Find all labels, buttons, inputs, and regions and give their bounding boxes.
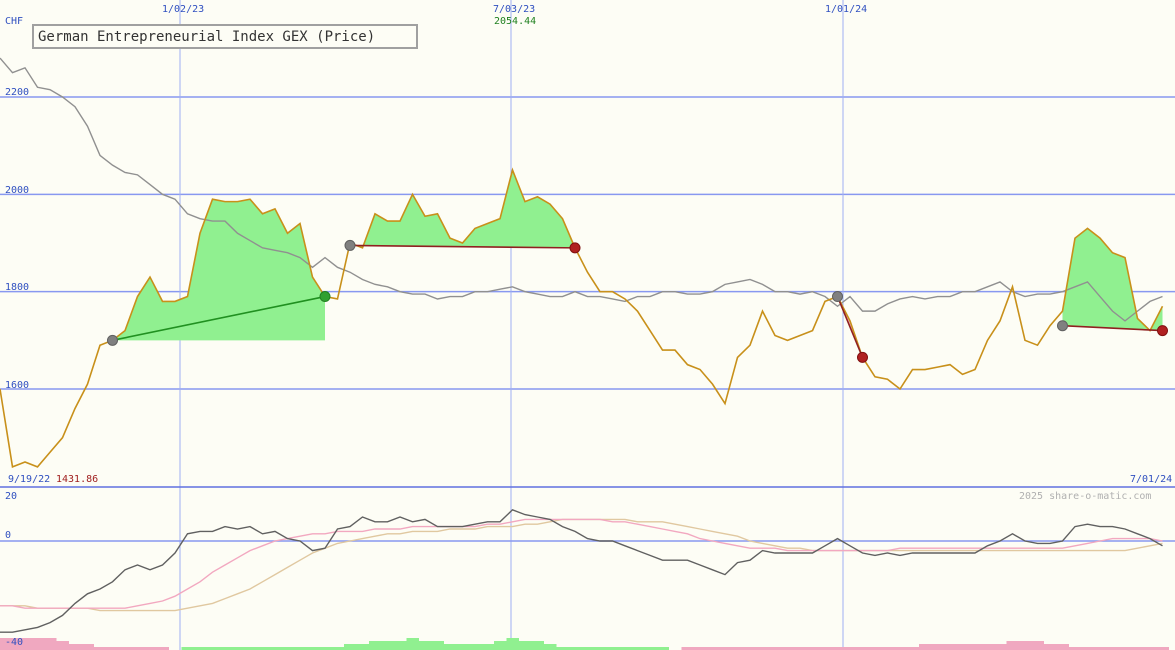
histogram-bar — [356, 644, 369, 650]
histogram-bar — [431, 641, 444, 650]
low-annotation: 1431.86 — [56, 474, 98, 485]
histogram-bar — [369, 641, 382, 650]
x-date-label: 1/01/24 — [825, 4, 867, 15]
histogram-bar — [1019, 641, 1032, 650]
y-tick-label: 1600 — [5, 380, 29, 391]
histogram-bar — [444, 644, 457, 650]
sell-signal-marker — [1157, 325, 1168, 337]
buy-signal-marker — [319, 291, 331, 303]
histogram-bar — [519, 641, 532, 650]
currency-label: CHF — [5, 16, 23, 27]
histogram-bar — [31, 638, 44, 650]
histogram-bar — [344, 644, 357, 650]
x-date-label: 1/02/23 — [162, 4, 204, 15]
high-annotation: 2054.44 — [494, 16, 536, 27]
signal-start-marker — [1057, 320, 1068, 332]
indicator-y-tick: 0 — [5, 530, 11, 541]
y-tick-label: 1800 — [5, 282, 29, 293]
histogram-bar — [381, 641, 394, 650]
x-date-label: 9/19/22 — [8, 474, 50, 485]
histogram-bar — [931, 644, 944, 650]
histogram-bar — [44, 638, 57, 650]
signal-start-marker — [832, 291, 843, 303]
sell-signal-marker — [857, 351, 868, 363]
histogram-bar — [1056, 644, 1069, 650]
histogram-bar — [69, 644, 82, 650]
histogram-bar — [481, 644, 494, 650]
y-tick-label: 2000 — [5, 185, 29, 196]
sell-signal-marker — [569, 242, 581, 254]
signal-start-marker — [107, 334, 118, 346]
histogram-bar — [956, 644, 969, 650]
histogram-bar — [494, 641, 507, 650]
x-date-label: 7/03/23 — [493, 4, 535, 15]
signal-start-marker — [344, 239, 356, 251]
y-tick-label: 2200 — [5, 87, 29, 98]
histogram-bar — [456, 644, 469, 650]
indicator-y-tick: 20 — [5, 491, 17, 502]
histogram-bar — [981, 644, 994, 650]
histogram-bar — [419, 641, 432, 650]
histogram-bar — [56, 641, 69, 650]
histogram-bar — [406, 638, 419, 650]
histogram-bar — [394, 641, 407, 650]
indicator-y-tick: -40 — [5, 637, 23, 648]
histogram-bar — [1006, 641, 1019, 650]
histogram-bar — [969, 644, 982, 650]
histogram-bar — [81, 644, 94, 650]
credit-label: 2025 share-o-matic.com — [1019, 491, 1151, 502]
histogram-bar — [469, 644, 482, 650]
x-date-label: 7/01/24 — [1130, 474, 1172, 485]
histogram-bar — [1044, 644, 1057, 650]
histogram-bar — [1031, 641, 1044, 650]
chart-title: German Entrepreneurial Index GEX (Price) — [38, 29, 375, 45]
histogram-bar — [544, 644, 557, 650]
stock-chart: CHF 2200 2000 1800 1600 1/02/23 7/03/23 … — [0, 0, 1175, 650]
histogram-bar — [531, 641, 544, 650]
histogram-bar — [506, 638, 519, 650]
histogram-bar — [994, 644, 1007, 650]
histogram-bar — [944, 644, 957, 650]
histogram-bar — [919, 644, 932, 650]
chart-title-box: German Entrepreneurial Index GEX (Price) — [32, 24, 418, 49]
